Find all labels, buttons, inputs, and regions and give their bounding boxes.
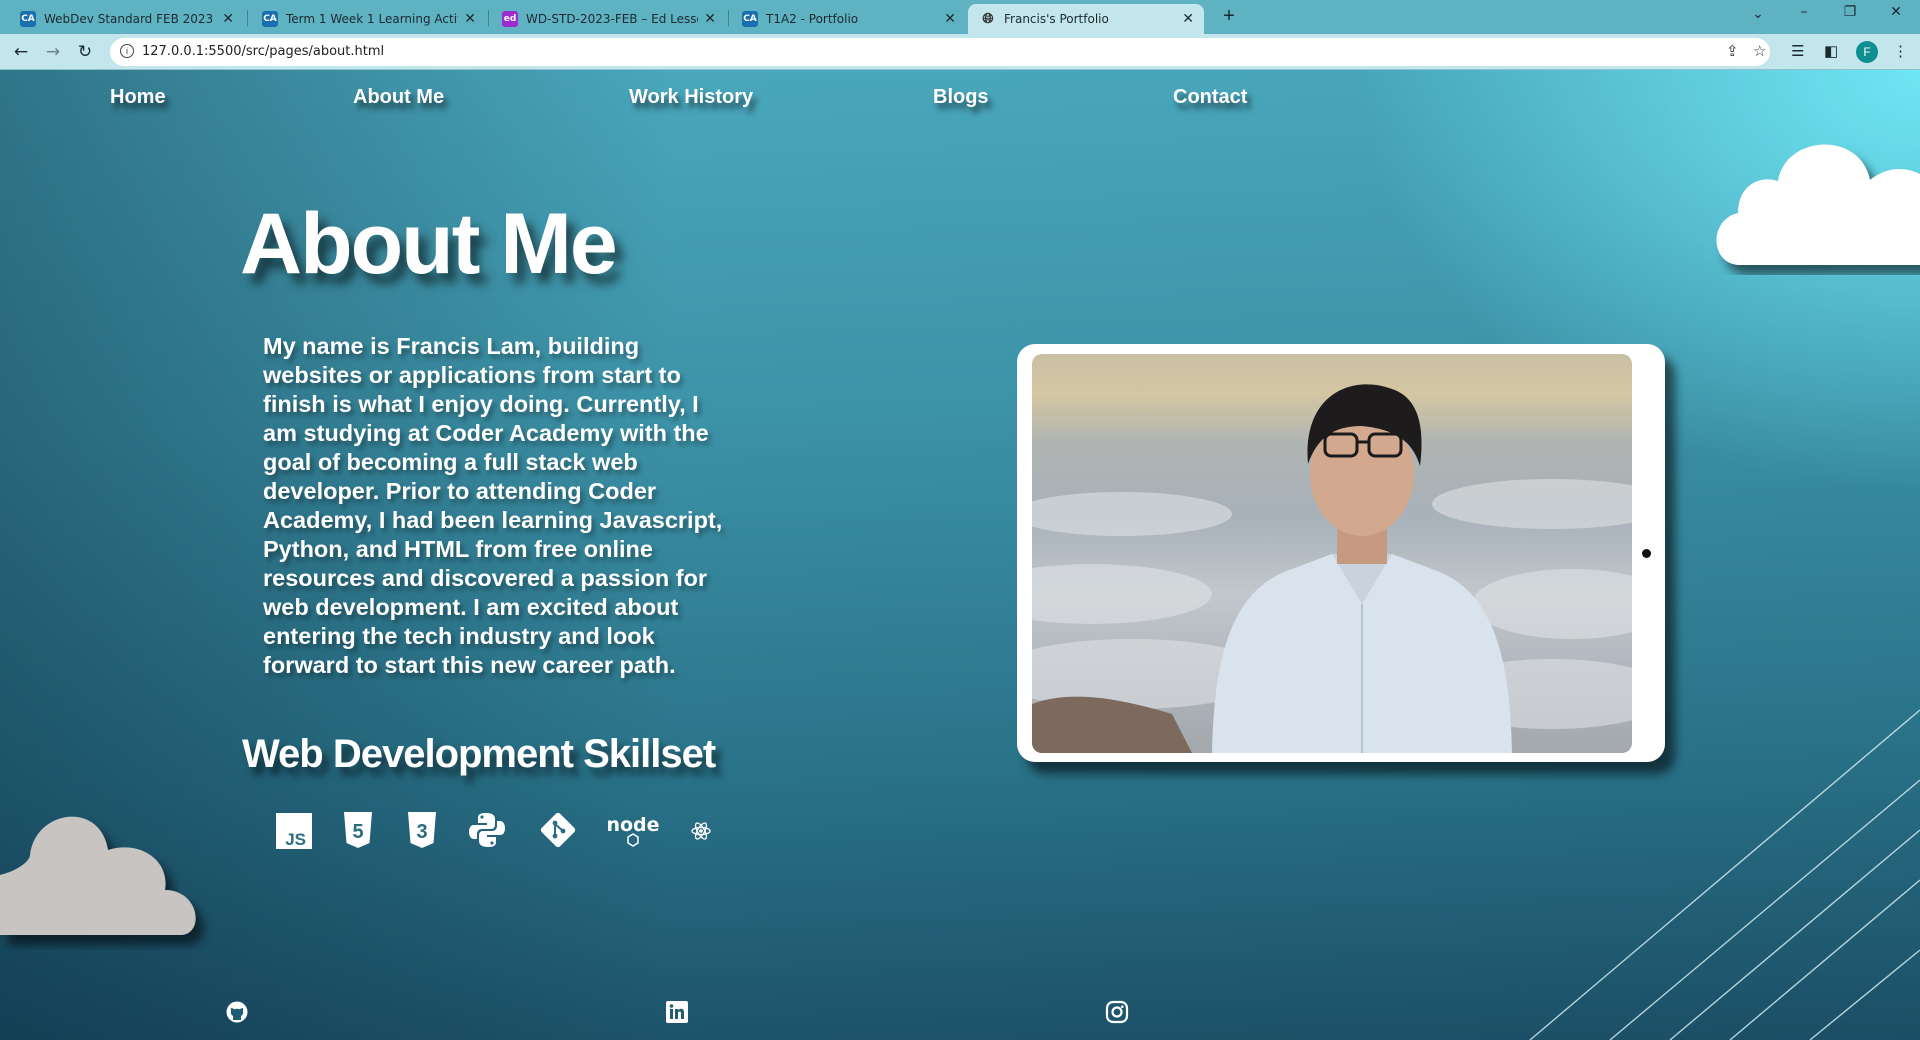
new-tab-button[interactable]: + [1215, 5, 1243, 28]
skillset-heading: Web Development Skillset [242, 732, 716, 776]
browser-tab[interactable]: CA T1A2 - Portfolio ✕ [730, 4, 966, 34]
browser-tab-active[interactable]: 🌐︎ Francis's Portfolio ✕ [968, 4, 1204, 34]
close-window-button[interactable]: ✕ [1876, 4, 1916, 20]
page-viewport: Home About Me Work History Blogs Contact… [0, 70, 1920, 1040]
menu-kebab-icon[interactable]: ⋮ [1893, 42, 1908, 60]
browser-tab[interactable]: ed WD-STD-2023-FEB – Ed Lessons ✕ [490, 4, 726, 34]
globe-icon: 🌐︎ [982, 11, 994, 27]
address-bar[interactable]: i 127.0.0.1:5500/src/pages/about.html ⇪ … [110, 38, 1770, 66]
reading-list-icon[interactable]: ☰ [1791, 42, 1804, 60]
python-icon [468, 811, 506, 849]
share-icon[interactable]: ⇪ [1726, 42, 1739, 60]
nav-home[interactable]: Home [110, 86, 166, 109]
tab-label: T1A2 - Portfolio [766, 12, 859, 26]
react-icon [690, 820, 712, 842]
profile-photo [1032, 354, 1632, 753]
nav-work-history[interactable]: Work History [629, 86, 753, 109]
github-icon[interactable] [225, 1000, 249, 1029]
close-tab-icon[interactable]: ✕ [464, 11, 476, 27]
browser-toolbar: ← → ↻ i 127.0.0.1:5500/src/pages/about.h… [0, 34, 1920, 70]
tab-search-chevron-icon[interactable]: ⌄ [1738, 6, 1778, 22]
css3-icon: 3 [406, 810, 438, 850]
profile-photo-frame [1017, 344, 1665, 762]
cloud-decoration-bottom-left [0, 816, 196, 935]
nav-about-me[interactable]: About Me [353, 86, 444, 109]
url-text[interactable]: 127.0.0.1:5500/src/pages/about.html [142, 44, 384, 59]
nav-blogs[interactable]: Blogs [933, 86, 989, 109]
svg-text:node: node [606, 814, 659, 836]
page-title: About Me [240, 196, 618, 292]
browser-tab[interactable]: CA WebDev Standard FEB 2023 ✕ [8, 4, 244, 34]
svg-text:3: 3 [416, 821, 427, 843]
svg-text:JS: JS [285, 830, 306, 849]
profile-avatar[interactable]: F [1856, 41, 1878, 63]
linkedin-icon[interactable] [665, 1000, 689, 1029]
close-tab-icon[interactable]: ✕ [944, 11, 956, 27]
minimize-button[interactable]: – [1784, 4, 1824, 20]
nodejs-icon: node [606, 814, 660, 848]
coder-academy-favicon-icon: CA [742, 11, 758, 27]
reload-button[interactable]: ↻ [73, 40, 97, 64]
git-icon [538, 810, 578, 850]
tab-label: WD-STD-2023-FEB – Ed Lessons [526, 12, 698, 26]
svg-text:5: 5 [352, 821, 363, 843]
forward-button[interactable]: → [41, 40, 65, 64]
nav-contact[interactable]: Contact [1173, 86, 1247, 109]
site-info-icon[interactable]: i [120, 44, 134, 58]
tab-label: Francis's Portfolio [1004, 12, 1109, 26]
tab-label: Term 1 Week 1 Learning Activities [286, 12, 458, 26]
frame-dot [1642, 549, 1651, 558]
javascript-icon: JS [276, 813, 312, 849]
close-tab-icon[interactable]: ✕ [704, 11, 716, 27]
ed-favicon-icon: ed [502, 11, 518, 27]
html5-icon: 5 [342, 810, 374, 850]
browser-tab[interactable]: CA Term 1 Week 1 Learning Activities ✕ [250, 4, 486, 34]
about-bio-text: My name is Francis Lam, building website… [263, 333, 723, 678]
coder-academy-favicon-icon: CA [262, 11, 278, 27]
close-tab-icon[interactable]: ✕ [1182, 11, 1194, 27]
bookmark-star-icon[interactable]: ☆ [1753, 42, 1766, 60]
browser-tab-strip: CA WebDev Standard FEB 2023 ✕ CA Term 1 … [0, 0, 1920, 34]
back-button[interactable]: ← [9, 40, 33, 64]
tab-label: WebDev Standard FEB 2023 [44, 12, 214, 26]
side-panel-icon[interactable]: ◧ [1824, 42, 1838, 60]
coder-academy-favicon-icon: CA [20, 11, 36, 27]
instagram-icon[interactable] [1105, 1000, 1129, 1029]
restore-button[interactable]: ❐ [1830, 4, 1870, 20]
cloud-decoration-top-right [1716, 144, 1920, 265]
close-tab-icon[interactable]: ✕ [222, 11, 234, 27]
